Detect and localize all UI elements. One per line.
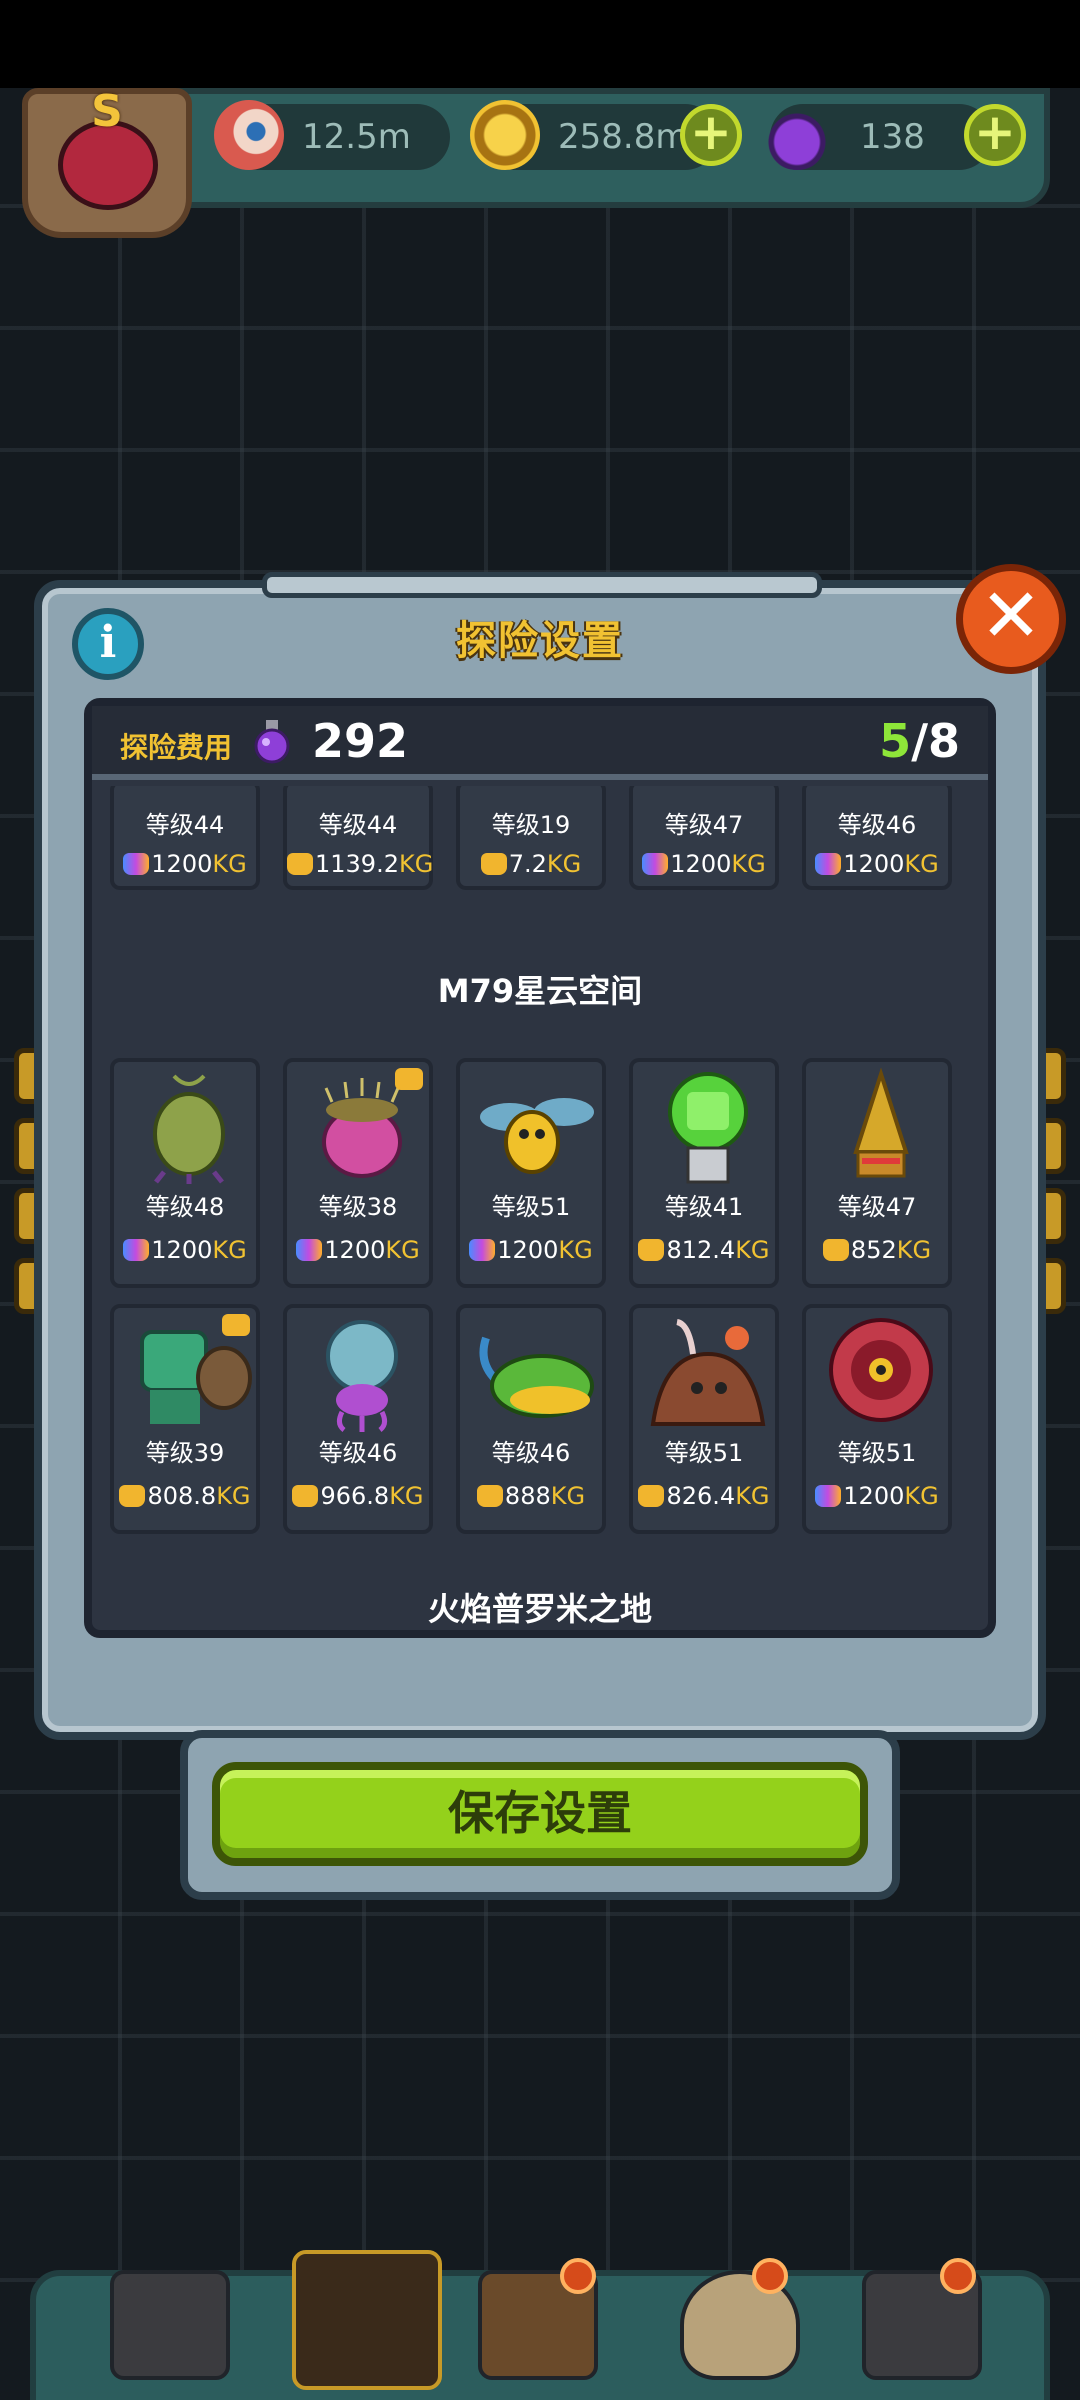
save-settings-button[interactable]: 保存设置 — [212, 1762, 868, 1866]
expedition-slots: 5/8 — [879, 714, 960, 768]
monster-card[interactable]: 等级51 826.4KG — [629, 1304, 779, 1534]
chocolate-blob-monster-icon — [650, 1319, 766, 1426]
section-title: M79星云空间 — [437, 972, 643, 1010]
close-icon[interactable]: ✕ — [956, 564, 1066, 674]
monster-card[interactable]: 等级46 1200KG — [802, 786, 952, 890]
bee-monster-icon — [480, 1098, 594, 1174]
monster-card[interactable]: 等级47 1200KG — [629, 786, 779, 890]
dialog-title: 探险设置 — [456, 618, 624, 664]
pod-monster-icon — [153, 1074, 225, 1184]
potion-icon — [762, 100, 832, 170]
section-title: 火焰普罗米之地 — [427, 1590, 652, 1628]
monster-card[interactable]: 等级41 812.4KG — [629, 1058, 779, 1288]
cost-value: 292 — [312, 714, 409, 768]
jellyfish-monster-icon — [326, 1320, 398, 1432]
kg-bag-icon — [123, 853, 150, 875]
monster-card[interactable]: 等级48 1200KG — [110, 1058, 260, 1288]
monster-card[interactable]: 等级51 1200KG — [802, 1304, 952, 1534]
notification-dot — [940, 2258, 976, 2294]
kg-bag-icon — [296, 1239, 323, 1261]
kg-bag-icon — [123, 1239, 150, 1261]
kg-bag-icon — [638, 1239, 665, 1261]
bamboo-shoot-monster-icon — [853, 1067, 909, 1178]
monster-card[interactable]: 等级19 7.2KG — [456, 786, 606, 890]
potion-icon — [254, 720, 290, 764]
potions-counter: 138 — [762, 100, 992, 170]
cost-bar: 探险费用 292 5/8 — [92, 706, 988, 780]
eye-disc-monster-icon — [829, 1318, 933, 1422]
kg-bag-icon — [480, 853, 507, 875]
new-badge-icon — [395, 1068, 423, 1090]
robot-monster-icon — [668, 1072, 748, 1184]
game-screen: S 12.5m 258.8m + 138 + i 探险设置 探险费用 292 5… — [0, 0, 1080, 2400]
beetle-monster-icon — [479, 1336, 594, 1418]
kg-bag-icon — [815, 853, 842, 875]
notification-dot — [752, 2258, 788, 2294]
add-potions-button[interactable]: + — [964, 104, 1026, 166]
kg-bag-icon — [119, 1485, 146, 1507]
monster-list[interactable]: 等级44 1200KG 等级44 1139.2KG 等级19 7.2KG 等级4… — [92, 786, 988, 1638]
eyes-counter: 12.5m — [214, 100, 450, 170]
dialog-top-strip — [262, 572, 822, 598]
monster-card[interactable]: 等级46 888KG — [456, 1304, 606, 1534]
coin-icon — [470, 100, 540, 170]
kg-bag-icon — [287, 853, 313, 875]
monster-card[interactable]: 等级38 1200KG — [283, 1058, 433, 1288]
new-badge-icon — [222, 1314, 250, 1336]
kg-bag-icon — [638, 1485, 665, 1507]
monster-card[interactable]: 等级46 966.8KG — [283, 1304, 433, 1534]
monster-card[interactable]: 等级47 852KG — [802, 1058, 952, 1288]
eyeball-icon — [214, 100, 284, 170]
kg-bag-icon — [822, 1239, 849, 1261]
cost-label: 探险费用 — [120, 731, 233, 764]
kg-bag-icon — [292, 1485, 319, 1507]
dialog-content-panel: 探险费用 292 5/8 等级44 1200KG 等级44 1139.2KG 等… — [84, 698, 996, 1638]
player-avatar[interactable]: S — [22, 86, 192, 238]
kg-bag-icon — [815, 1485, 842, 1507]
shop-icon[interactable] — [110, 2270, 230, 2380]
monster-card[interactable]: 等级39 808.8KG — [110, 1304, 260, 1534]
monster-card[interactable]: 等级44 1139.2KG — [283, 786, 433, 890]
kg-bag-icon — [642, 853, 669, 875]
notification-dot — [560, 2258, 596, 2294]
status-bar — [0, 0, 1080, 88]
kg-bag-icon — [476, 1485, 503, 1507]
add-coins-button[interactable]: + — [680, 104, 742, 166]
monster-card[interactable]: 等级44 1200KG — [110, 786, 260, 890]
monster-card[interactable]: 等级51 1200KG — [456, 1058, 606, 1288]
expedition-settings-dialog: i 探险设置 探险费用 292 5/8 等级44 1200KG 等级44 113… — [34, 572, 1046, 1740]
rank-letter: S — [91, 86, 123, 137]
expedition-icon[interactable] — [292, 2250, 442, 2390]
kg-bag-icon — [469, 1239, 496, 1261]
